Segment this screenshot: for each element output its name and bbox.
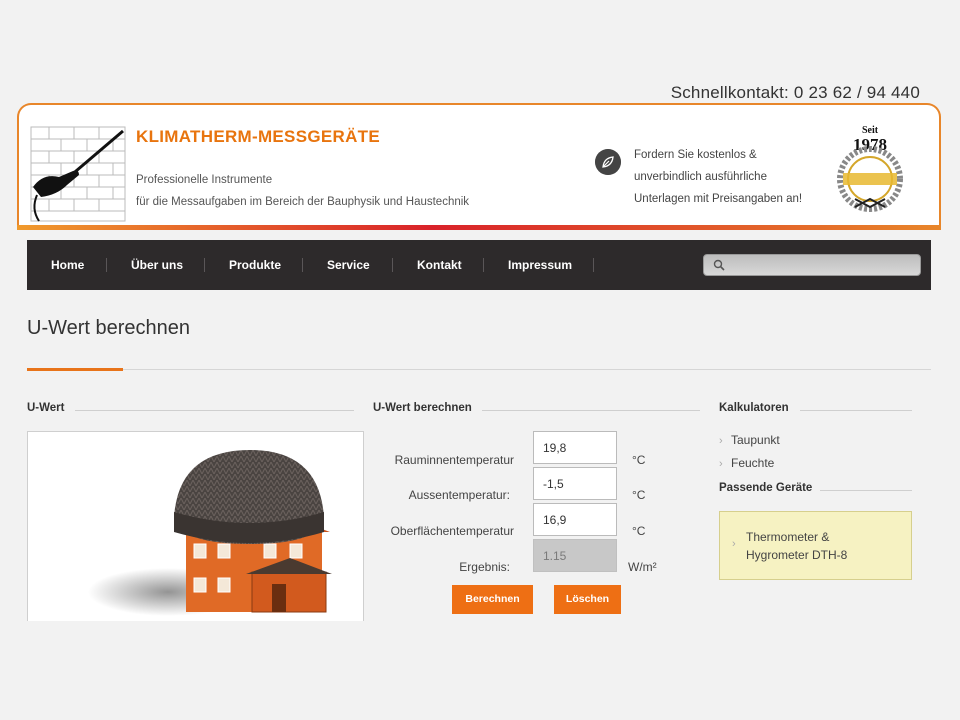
sidebar-link-label: Taupunkt (731, 433, 780, 447)
page-title: U-Wert berechnen (27, 317, 191, 339)
nav-separator (483, 258, 484, 272)
brand-name[interactable]: KLIMATHERM-MESSGERÄTE (136, 127, 380, 147)
tagline-line-1: Professionelle Instrumente (136, 174, 273, 186)
result-output (533, 539, 617, 572)
clear-button[interactable]: Löschen (554, 585, 621, 614)
room-temperature-label: Rauminnentemperatur (394, 453, 514, 467)
nav-separator (106, 258, 107, 272)
nav-item-produkte[interactable]: Produkte (229, 240, 281, 290)
sidebar-link-taupunkt[interactable]: › Taupunkt (719, 433, 780, 447)
offer-text-line-2: unverbindlich ausführliche (634, 171, 767, 183)
title-divider (27, 369, 931, 370)
title-accent-bar (27, 368, 123, 371)
site-header: KLIMATHERM-MESSGERÄTE Professionelle Ins… (17, 103, 941, 227)
nav-item-ueber-uns[interactable]: Über uns (131, 240, 183, 290)
logo-illustration-icon (30, 126, 126, 222)
offer-text-line-1: Fordern Sie kostenlos & (634, 149, 757, 161)
laurel-wreath-icon (837, 146, 903, 212)
chevron-right-icon: › (732, 538, 736, 550)
nav-separator (302, 258, 303, 272)
section-heading-calculator: U-Wert berechnen (373, 402, 472, 414)
chevron-right-icon: › (719, 458, 723, 470)
nav-item-home[interactable]: Home (51, 240, 84, 290)
outside-temperature-label: Aussentemperatur: (408, 488, 510, 502)
room-temperature-input[interactable] (533, 431, 617, 464)
outside-temperature-input[interactable] (533, 467, 617, 500)
section-heading-line (75, 410, 354, 411)
recommended-device-line-2: Hygrometer DTH-8 (746, 548, 848, 562)
tagline-line-2: für die Messaufgaben im Bereich der Baup… (136, 196, 470, 208)
header-accent-stripe (17, 225, 941, 230)
result-unit: W/m² (628, 560, 657, 574)
section-heading-line (800, 410, 912, 411)
surface-temperature-input[interactable] (533, 503, 617, 536)
recommended-device-line-1: Thermometer & (746, 530, 830, 544)
nav-item-impressum[interactable]: Impressum (508, 240, 572, 290)
section-heading-line (482, 410, 700, 411)
leaf-icon[interactable] (595, 149, 621, 175)
section-heading-devices: Passende Geräte (719, 482, 813, 494)
result-label: Ergebnis: (459, 560, 510, 574)
surface-temperature-label: Oberflächentemperatur (390, 524, 514, 538)
nav-separator (392, 258, 393, 272)
nav-separator (593, 258, 594, 272)
sidebar-link-feuchte[interactable]: › Feuchte (719, 456, 774, 470)
quick-contact-phone: Schnellkontakt: 0 23 62 / 94 440 (670, 83, 920, 102)
chevron-right-icon: › (719, 435, 723, 447)
nav-separator (204, 258, 205, 272)
nav-item-service[interactable]: Service (327, 240, 370, 290)
calculate-button[interactable]: Berechnen (452, 585, 533, 614)
section-heading-line (820, 490, 912, 491)
since-1978-seal: Seit 1978 (825, 123, 915, 223)
section-heading-u-wert: U-Wert (27, 402, 65, 414)
main-navigation: Home Über uns Produkte Service Kontakt I… (27, 240, 931, 290)
sidebar-link-label: Feuchte (731, 456, 775, 470)
outside-temperature-unit: °C (632, 488, 646, 502)
search-input[interactable] (703, 254, 921, 276)
offer-text-line-3: Unterlagen mit Preisangaben an! (634, 193, 803, 205)
search-icon (713, 259, 725, 271)
section-heading-calculators: Kalkulatoren (719, 402, 789, 414)
surface-temperature-unit: °C (632, 524, 646, 538)
room-temperature-unit: °C (632, 453, 646, 467)
nav-item-kontakt[interactable]: Kontakt (417, 240, 462, 290)
recommended-device-card[interactable]: › Thermometer & Hygrometer DTH-8 (719, 511, 912, 580)
